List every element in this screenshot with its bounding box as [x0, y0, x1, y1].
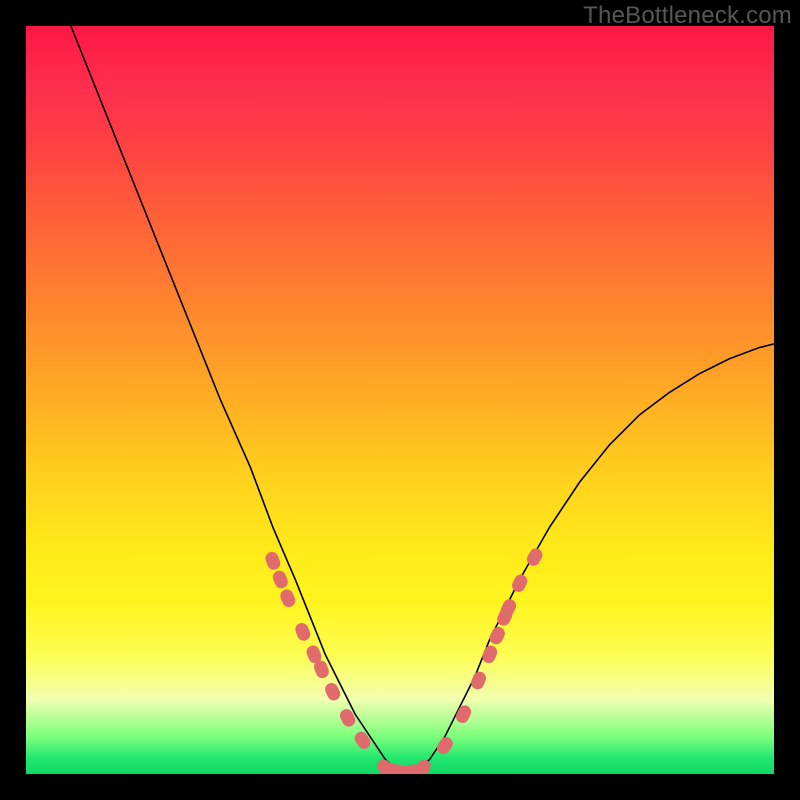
watermark-text: TheBottleneck.com [583, 2, 792, 30]
data-point [469, 670, 488, 692]
data-point [338, 707, 358, 729]
data-point [454, 703, 474, 725]
data-point [264, 550, 283, 571]
plot-area [26, 26, 774, 774]
data-point [487, 625, 507, 647]
data-point [434, 734, 455, 756]
data-point [510, 572, 530, 594]
data-point [352, 729, 373, 751]
data-point [278, 587, 297, 609]
chart-svg [26, 26, 774, 774]
chart-stage: TheBottleneck.com [0, 0, 800, 800]
data-point-group [264, 546, 545, 774]
data-point [293, 621, 312, 643]
data-point [271, 569, 290, 591]
bottleneck-curve [71, 26, 774, 774]
data-point [480, 644, 499, 666]
